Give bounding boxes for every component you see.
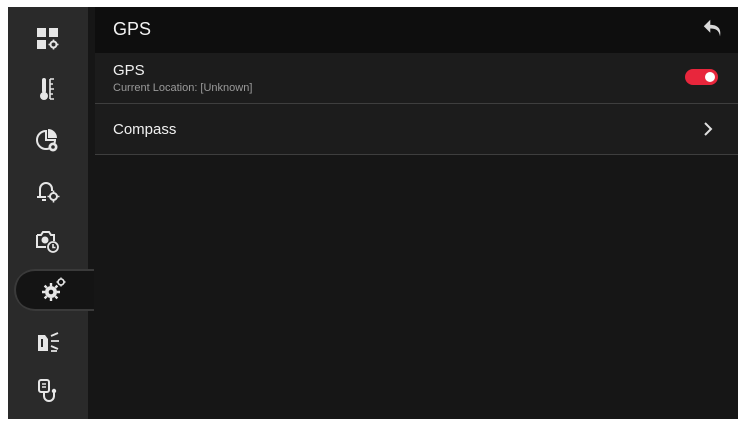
thermometer-icon [40,78,54,100]
sidebar-item-alarm-settings[interactable] [8,167,88,215]
sidebar-item-diagnostics[interactable] [8,367,88,415]
grid-gear-icon [37,28,59,50]
page-title: GPS [113,19,152,39]
camera-timer-icon [36,231,59,253]
sidebar-item-cooling[interactable] [8,319,88,367]
sidebar-item-system-settings[interactable] [14,269,94,311]
compass-row[interactable]: Compass [95,104,738,155]
chevron-right-icon [704,122,713,136]
sidebar-item-power-settings[interactable] [8,117,88,165]
sidebar [8,7,94,419]
bell-gear-icon [37,182,60,203]
sidebar-item-camera-timer[interactable] [8,217,88,265]
gps-label: GPS [113,62,145,79]
back-arrow-icon [703,19,721,37]
compass-label: Compass [113,121,177,138]
main-panel: GPS GPS Current Location: [Unknown] Comp… [95,7,738,419]
gears-icon [42,277,66,301]
sidebar-item-dashboard-settings[interactable] [8,15,88,63]
pie-gear-icon [36,129,58,152]
gps-location-status: Current Location: [Unknown] [113,82,253,94]
header-bar: GPS [95,7,738,53]
gps-toggle[interactable] [685,69,718,85]
airflow-icon [38,332,59,352]
sidebar-item-temperature[interactable] [8,65,88,113]
toggle-knob [705,72,715,82]
device-screen: GPS GPS Current Location: [Unknown] Comp… [8,7,738,419]
gps-row: GPS Current Location: [Unknown] [95,53,738,104]
settings-list: GPS Current Location: [Unknown] Compass [95,53,738,155]
stethoscope-icon [38,379,57,402]
back-button[interactable] [698,13,730,45]
